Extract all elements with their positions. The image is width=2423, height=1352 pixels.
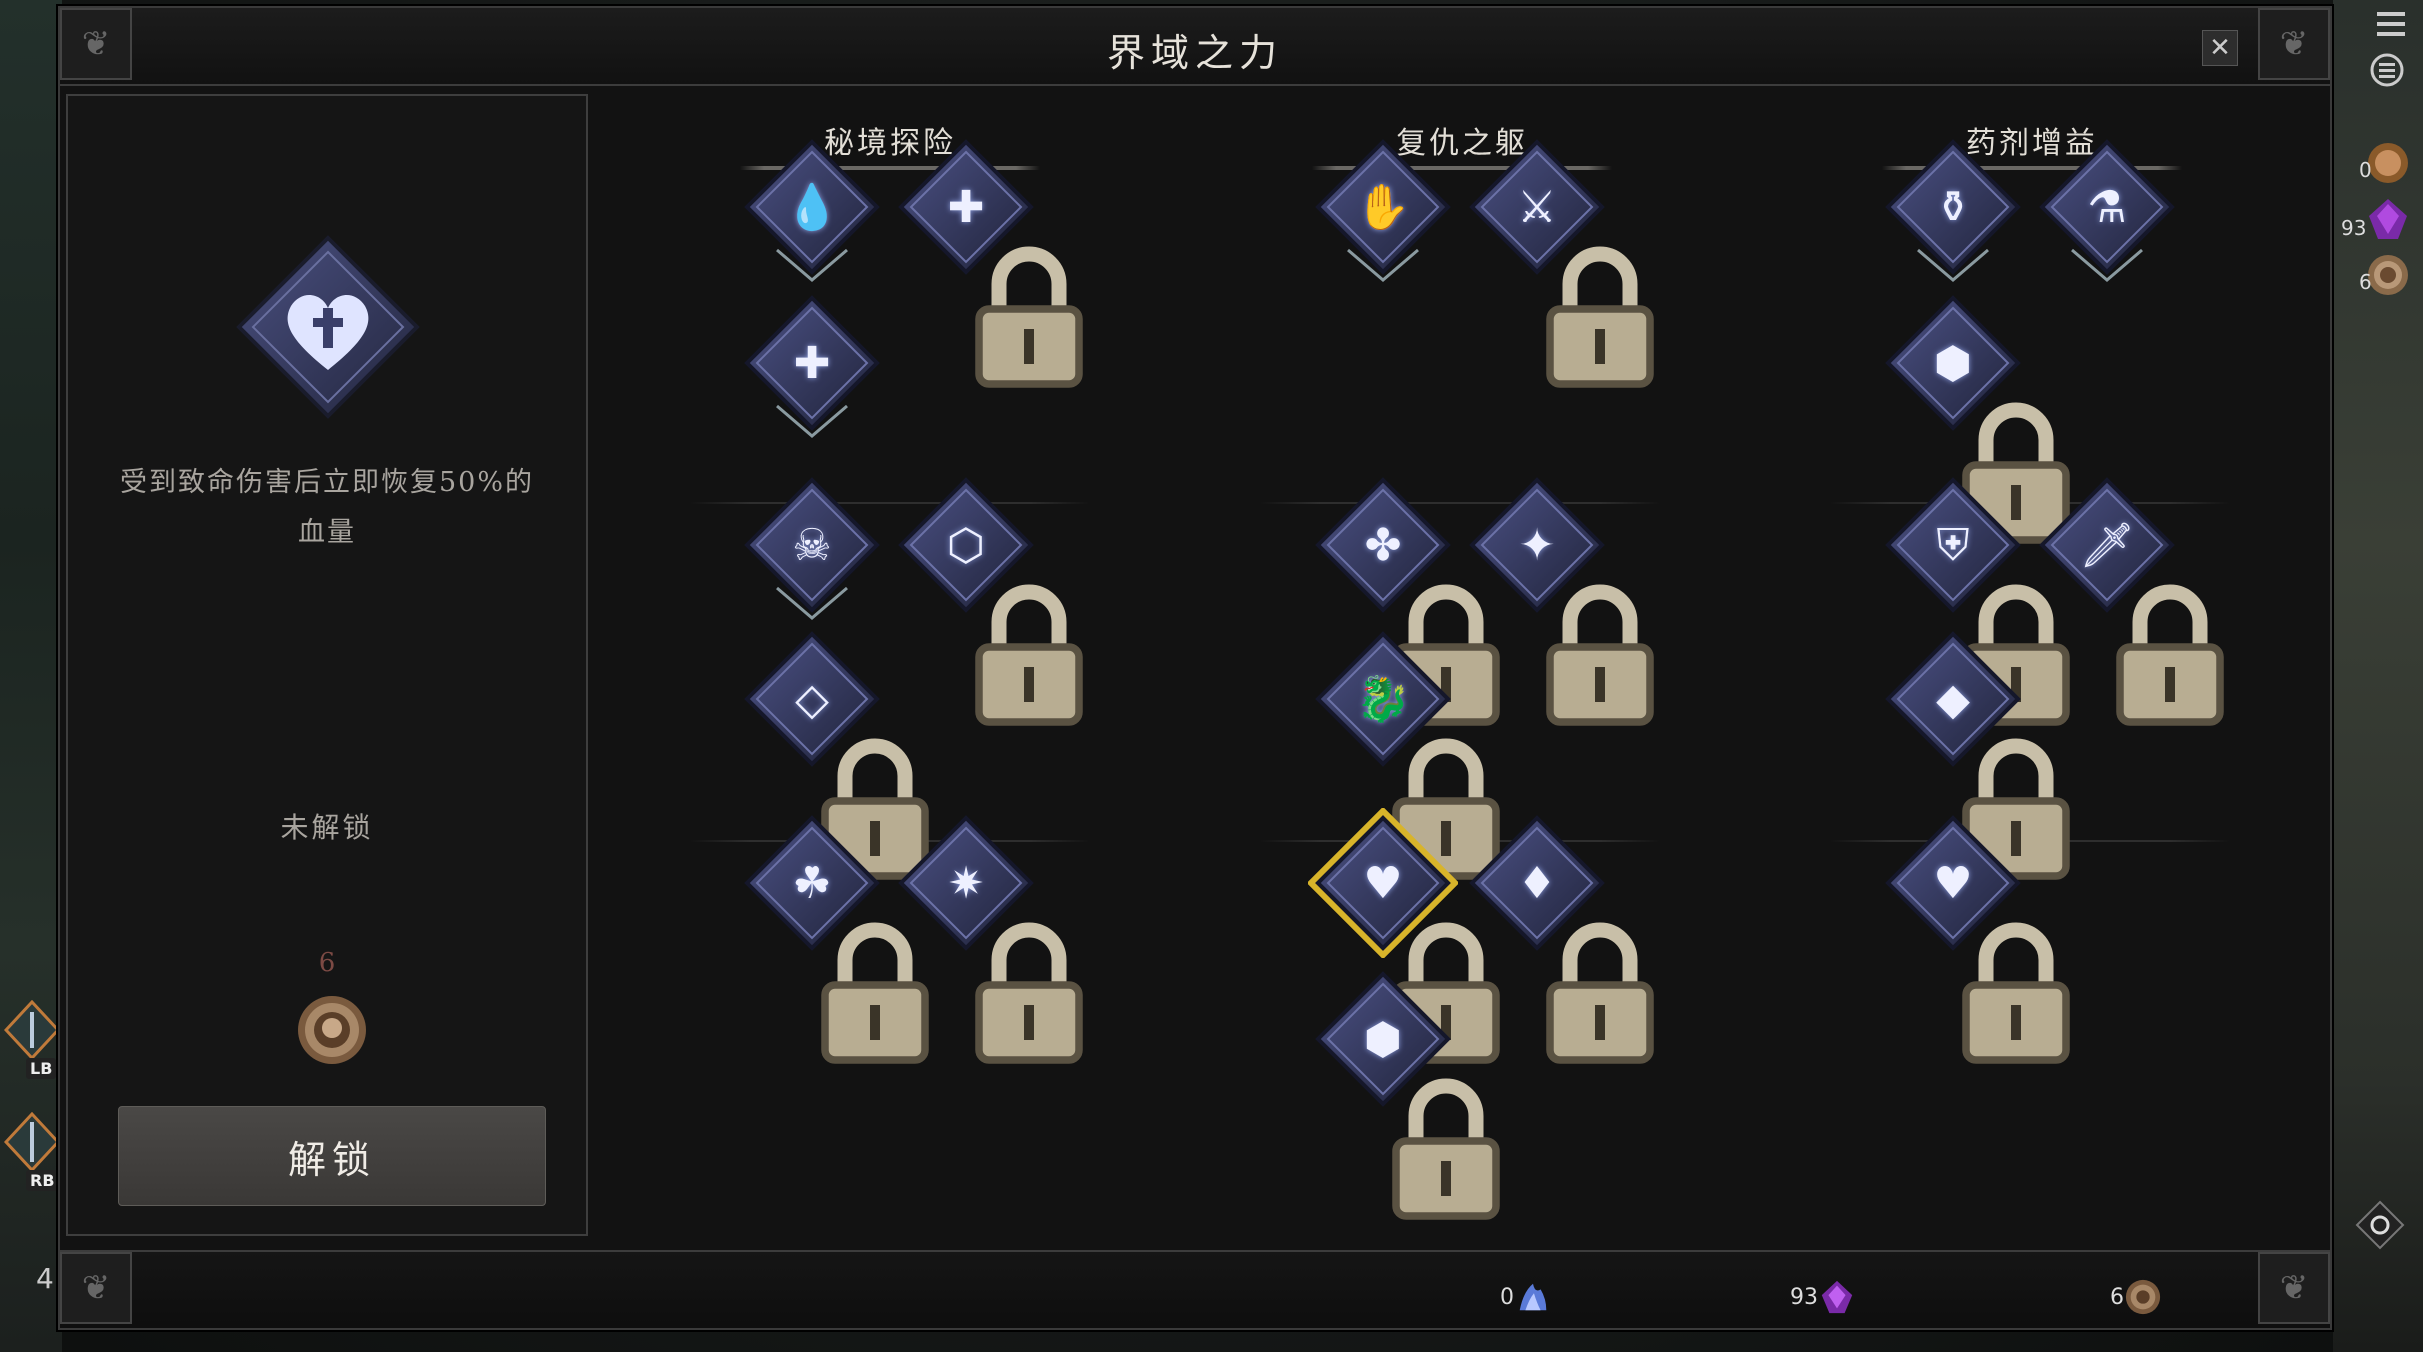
skill-slot-lb[interactable]: LB	[3, 999, 61, 1088]
corner-ornament-icon: ❦	[60, 1252, 132, 1324]
heart-cross-icon	[236, 235, 420, 419]
blue-flame-shard-icon	[1519, 1283, 1547, 1311]
realm-power-window: ❦ ❦ 界域之力 ✕ 受到致命伤害后立即恢复50%的血量 未解锁 6 解锁 秘境…	[58, 6, 2332, 1330]
skill-node[interactable]: ✤	[1308, 470, 1500, 726]
skill-node[interactable]: ☠	[737, 470, 887, 620]
padlock-icon	[1546, 246, 1654, 388]
hud-coins: 6	[2351, 252, 2411, 298]
purple-crystal-icon	[1821, 1280, 1853, 1314]
skill-node[interactable]: ◆	[1878, 624, 2070, 880]
skill-node[interactable]: ⚗	[2032, 132, 2182, 282]
currency-shards: 0	[1500, 1278, 1552, 1316]
lion-coin-icon	[298, 996, 366, 1064]
skill-node[interactable]: ♥	[1878, 808, 2070, 1064]
purple-crystal-icon	[2369, 199, 2407, 239]
unlock-button[interactable]: 解锁	[118, 1106, 546, 1206]
rb-label: RB	[26, 1170, 59, 1191]
list-circle-icon	[2370, 53, 2404, 87]
unlock-cost: 6	[318, 948, 336, 978]
padlock-icon	[975, 246, 1083, 388]
padlock-icon	[1546, 922, 1654, 1064]
currency-coins: 6	[2110, 1278, 2162, 1316]
skill-node[interactable]: ♥	[1308, 808, 1500, 1064]
cost-currency	[294, 992, 370, 1072]
diamond-plus-icon	[744, 295, 880, 438]
crosshair-icon	[2355, 1200, 2405, 1250]
close-button[interactable]: ✕	[2202, 30, 2238, 66]
padlock-icon	[1392, 1078, 1500, 1220]
skill-node[interactable]: ⛨	[1878, 470, 2070, 726]
shards-count: 0	[1500, 1284, 1514, 1310]
corner-ornament-icon: ❦	[2258, 1252, 2330, 1324]
footer-bar: ❦ ❦ 0 93 6	[60, 1250, 2330, 1328]
skill-node[interactable]: 💧	[737, 132, 887, 282]
coins-count: 6	[2110, 1284, 2124, 1310]
skill-node[interactable]: ⬢	[1878, 288, 2070, 544]
unlock-status: 未解锁	[280, 811, 374, 844]
amphora-icon	[1885, 139, 2021, 282]
skill-node[interactable]: ⚱	[1878, 132, 2028, 282]
shard-orb-icon	[2368, 143, 2408, 183]
hud-shards-count: 0	[2359, 158, 2372, 182]
target-button[interactable]	[2355, 1200, 2405, 1255]
close-icon: ✕	[2209, 33, 2231, 63]
padlock-icon	[1962, 922, 2070, 1064]
padlock-icon	[975, 922, 1083, 1064]
skill-node[interactable]: ✦	[1462, 470, 1654, 726]
title-bar: ❦ ❦ 界域之力 ✕	[60, 8, 2330, 86]
skill-node[interactable]: ♦	[1462, 808, 1654, 1064]
window-title: 界域之力	[1106, 31, 1283, 75]
skill-description: 受到致命伤害后立即恢复50%的血量	[119, 467, 534, 548]
skill-node[interactable]: ☘	[737, 808, 929, 1064]
padlock-icon	[2116, 584, 2224, 726]
padlock-icon	[975, 584, 1083, 726]
currency-crystals: 93	[1790, 1278, 1856, 1316]
demon-skull-icon	[744, 477, 880, 620]
menu-button[interactable]	[2373, 6, 2409, 47]
hud-crystals-count: 93	[2341, 216, 2367, 240]
skill-node[interactable]: ◇	[737, 624, 929, 880]
skill-node[interactable]: ✚	[891, 132, 1083, 388]
hud-crystals: 93	[2341, 196, 2411, 246]
skill-node[interactable]: ⚔	[1462, 132, 1654, 388]
lion-coin-icon	[2125, 1279, 2161, 1315]
hamburger-icon	[2377, 12, 2405, 36]
hud-coins-count: 6	[2359, 270, 2372, 294]
skill-node[interactable]: ✋	[1308, 132, 1458, 282]
lion-coin-icon	[2368, 255, 2408, 295]
skill-node[interactable]: 🗡	[2032, 470, 2224, 726]
skill-node[interactable]: 🐉	[1308, 624, 1500, 880]
skill-slot-rb[interactable]: RB	[3, 1111, 61, 1200]
skill-node[interactable]: ⬢	[1308, 964, 1500, 1220]
skill-node[interactable]: ⬡	[891, 470, 1083, 726]
blood-drop-tablet-icon	[744, 139, 880, 282]
selected-skill-icon	[233, 232, 423, 426]
hud-shards: 0	[2351, 140, 2411, 186]
left-count: 4	[36, 1262, 54, 1295]
options-button[interactable]	[2369, 52, 2405, 93]
round-potion-icon	[2039, 139, 2175, 282]
detail-panel: 受到致命伤害后立即恢复50%的血量 未解锁 6 解锁	[66, 94, 588, 1236]
skill-node[interactable]: ✷	[891, 808, 1083, 1064]
crystals-count: 93	[1790, 1284, 1818, 1310]
padlock-icon	[1546, 584, 1654, 726]
skill-node[interactable]: ✚	[737, 288, 887, 438]
lb-label: LB	[26, 1058, 57, 1079]
beast-claw-icon	[1315, 139, 1451, 282]
